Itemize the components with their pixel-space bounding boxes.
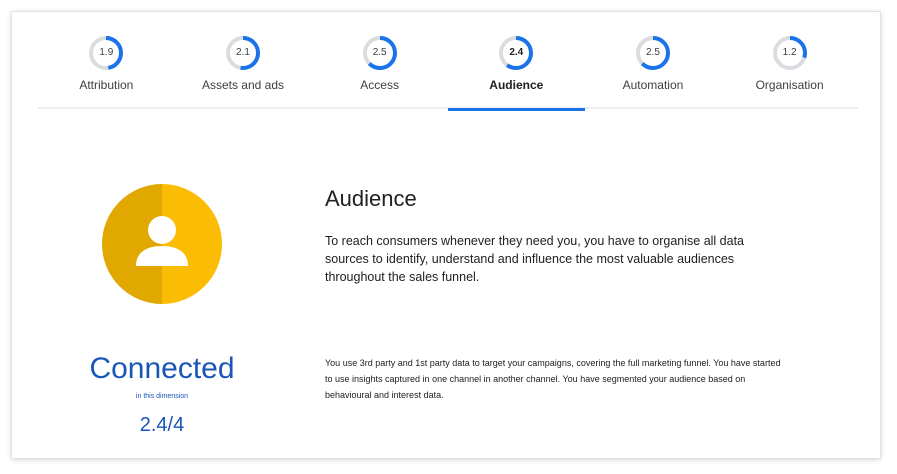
section-title: Audience — [325, 186, 417, 211]
tab-label: Attribution — [79, 78, 134, 92]
tab-attribution[interactable]: 1.9 Attribution — [38, 12, 175, 109]
score-ring-icon: 1.2 — [772, 35, 808, 71]
tab-score: 2.1 — [236, 47, 250, 58]
tab-score: 2.4 — [509, 47, 524, 58]
maturity-level-subtitle: in this dimension — [135, 393, 189, 400]
tab-label: Organisation — [755, 78, 824, 92]
section-description: To reach consumers whenever they need yo… — [325, 234, 745, 284]
tab-label: Access — [360, 78, 399, 92]
tab-audience[interactable]: 2.4 Audience — [447, 12, 585, 111]
maturity-description: You use 3rd party and 1st party data to … — [325, 358, 781, 400]
score-ring-icon: 1.9 — [88, 35, 124, 71]
tab-assets-and-ads[interactable]: 2.1 Assets and ads — [175, 12, 312, 109]
audience-person-icon — [102, 184, 222, 304]
tab-organisation[interactable]: 1.2 Organisation — [721, 12, 858, 109]
maturity-score: 2.4/4 — [139, 414, 185, 436]
maturity-level-title: Connected — [89, 352, 235, 385]
tab-automation[interactable]: 2.5 Automation — [585, 12, 722, 109]
tab-score: 1.2 — [782, 47, 797, 58]
active-tab-indicator — [447, 108, 585, 111]
dimension-tabs: 1.9 Attribution 2.1 Assets and ads 2.5 Access… — [38, 12, 858, 111]
tab-score: 2.5 — [646, 47, 660, 58]
score-ring-icon: 2.4 — [498, 35, 534, 71]
tab-score: 2.5 — [372, 47, 387, 58]
tab-label: Automation — [622, 78, 684, 92]
tab-label: Assets and ads — [201, 78, 285, 92]
tab-label: Audience — [489, 78, 544, 92]
score-ring-icon: 2.5 — [362, 35, 398, 71]
assessment-card: 1.9 Attribution 2.1 Assets and ads 2.5 Access… — [12, 12, 880, 458]
score-ring-icon: 2.5 — [635, 35, 671, 71]
tab-score: 1.9 — [99, 47, 114, 58]
tab-access[interactable]: 2.5 Access — [311, 12, 448, 109]
score-ring-icon: 2.1 — [225, 35, 261, 71]
